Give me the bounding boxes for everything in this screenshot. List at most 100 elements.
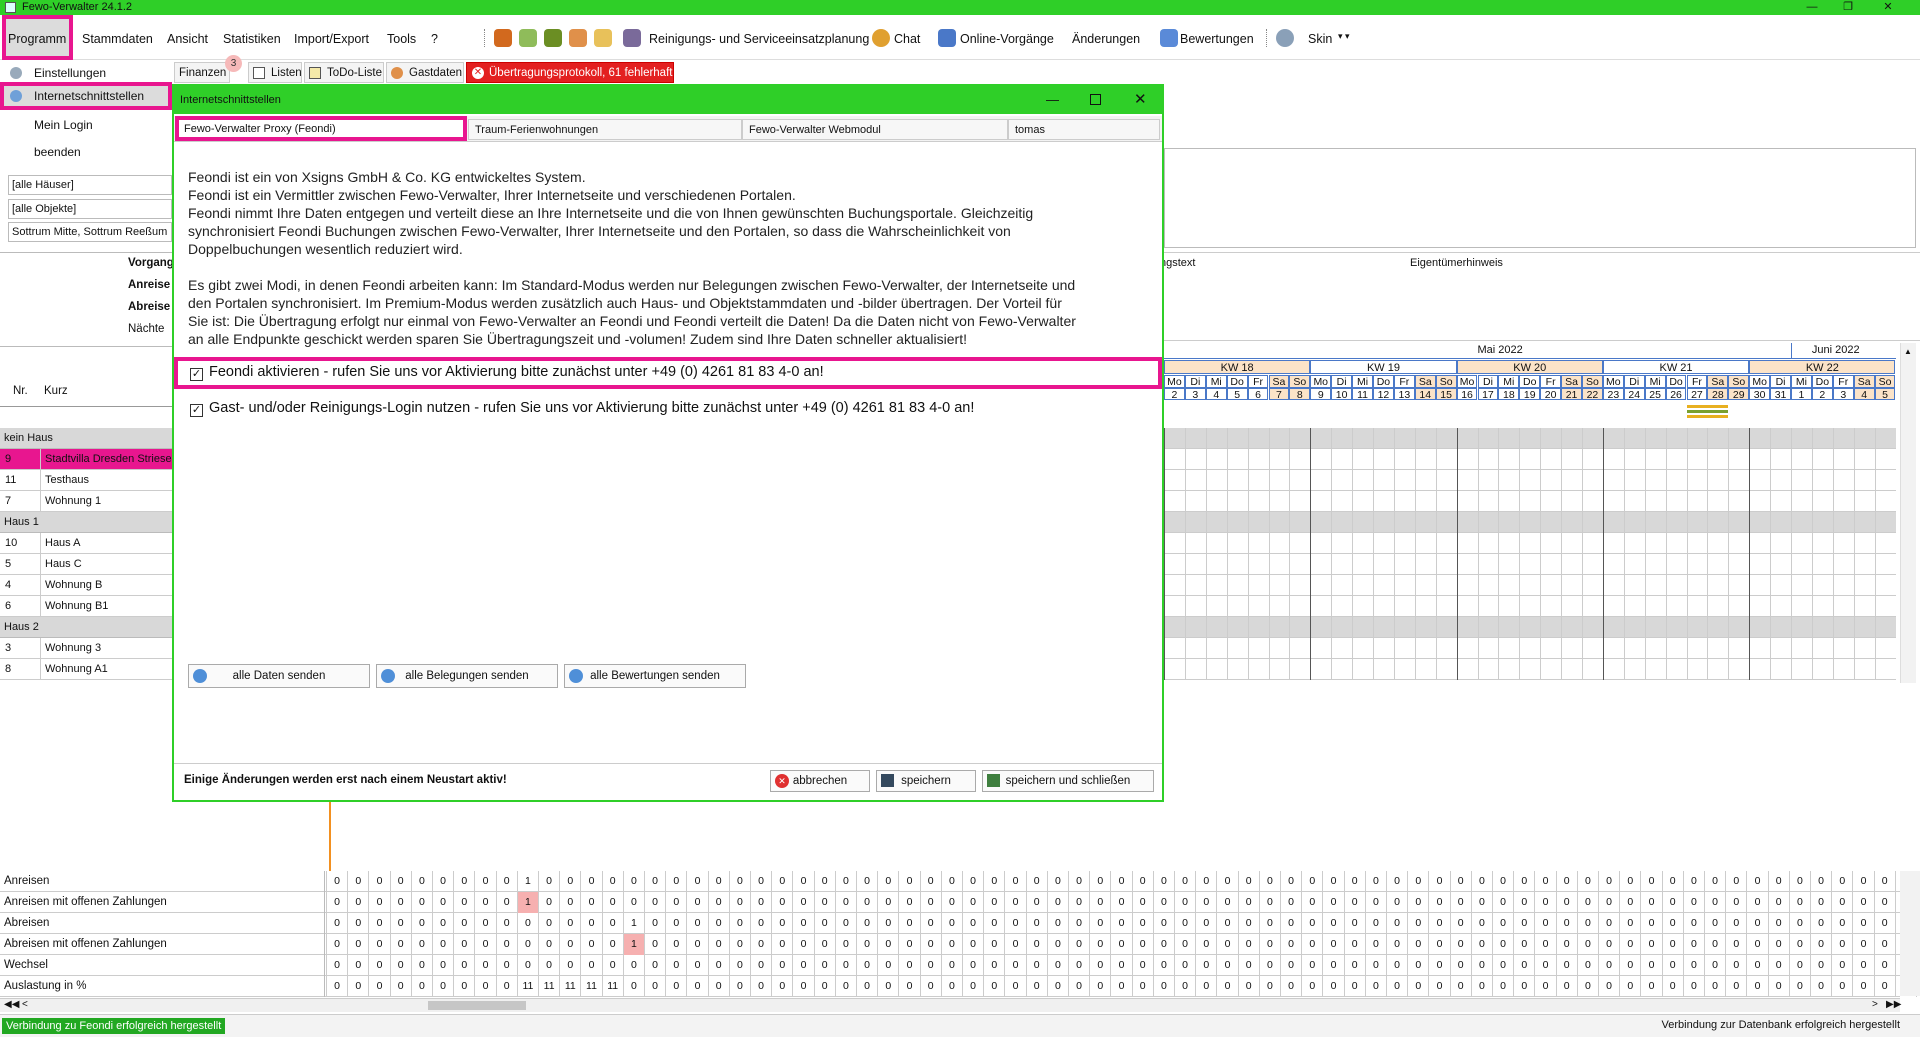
calendar-cell[interactable] xyxy=(1540,491,1542,512)
calendar-cell[interactable] xyxy=(1373,554,1374,575)
menu-statistiken[interactable]: Statistiken xyxy=(217,15,287,60)
calendar-cell[interactable] xyxy=(1832,428,1834,449)
calendar-cell[interactable] xyxy=(1686,617,1688,638)
calendar-cell[interactable] xyxy=(1728,575,1730,596)
calendar-cell[interactable] xyxy=(1644,449,1646,470)
calendar-cell[interactable] xyxy=(1519,617,1521,638)
calendar-cell[interactable] xyxy=(1707,659,1709,680)
calendar-cell[interactable] xyxy=(1331,470,1333,491)
calendar-cell[interactable] xyxy=(1184,554,1186,575)
calendar-cell[interactable] xyxy=(1582,596,1583,617)
calendar-cell[interactable] xyxy=(1749,428,1751,449)
clipboard-icon[interactable] xyxy=(594,29,612,47)
menu-help[interactable]: ? xyxy=(425,15,444,60)
skin-dropdown-icon[interactable]: ▾ ▾ xyxy=(1338,31,1350,42)
calendar-cell[interactable] xyxy=(1205,596,1207,617)
calendar-cell[interactable] xyxy=(1352,428,1354,449)
calendar-cell[interactable] xyxy=(1540,449,1542,470)
cleaning-icon[interactable] xyxy=(623,29,641,47)
calendar-cell[interactable] xyxy=(1184,638,1186,659)
calendar-cell[interactable] xyxy=(1435,491,1437,512)
calendar-cell[interactable] xyxy=(1770,596,1772,617)
calendar-cell[interactable] xyxy=(1310,596,1312,617)
calendar-cell[interactable] xyxy=(1393,512,1395,533)
calendar-cell[interactable] xyxy=(1749,533,1751,554)
calendar-cell[interactable] xyxy=(1540,575,1542,596)
calendar-cell[interactable] xyxy=(1644,638,1646,659)
calendar-cell[interactable] xyxy=(1268,596,1270,617)
calendar-cell[interactable] xyxy=(1352,491,1354,512)
calendar-cell[interactable] xyxy=(1331,533,1333,554)
calendar-cell[interactable] xyxy=(1707,449,1709,470)
calendar-cell[interactable] xyxy=(1770,533,1772,554)
calendar-cell[interactable] xyxy=(1623,533,1625,554)
checkbox-feondi-aktivieren[interactable]: ✓ Feondi aktivieren - rufen Sie uns vor A… xyxy=(190,364,824,381)
calendar-cell[interactable] xyxy=(1164,596,1165,617)
calendar-cell[interactable] xyxy=(1247,428,1249,449)
calendar-cell[interactable] xyxy=(1164,638,1165,659)
calendar-cell[interactable] xyxy=(1791,659,1792,680)
menu-tools[interactable]: Tools xyxy=(381,15,422,60)
calendar-cell[interactable] xyxy=(1561,512,1563,533)
calendar-cell[interactable] xyxy=(1205,428,1207,449)
calendar-cell[interactable] xyxy=(1832,575,1834,596)
notes-area[interactable] xyxy=(1164,148,1916,248)
calendar-cell[interactable] xyxy=(1498,449,1500,470)
table-row[interactable]: 11 Testhaus xyxy=(0,470,172,491)
menu-skin[interactable]: Skin xyxy=(1302,15,1338,60)
calendar-cell[interactable] xyxy=(1770,449,1772,470)
minimize-icon[interactable]: — xyxy=(1802,0,1822,15)
calendar-cell[interactable] xyxy=(1832,470,1834,491)
calendar-cell[interactable] xyxy=(1393,449,1395,470)
user-icon[interactable] xyxy=(544,29,562,47)
calendar-cell[interactable] xyxy=(1728,659,1730,680)
calendar-cell[interactable] xyxy=(1393,638,1395,659)
calendar-cell[interactable] xyxy=(1498,659,1500,680)
calendar-cell[interactable] xyxy=(1665,617,1667,638)
calendar-cell[interactable] xyxy=(1519,428,1521,449)
calendar-cell[interactable] xyxy=(1791,449,1792,470)
calendar-cell[interactable] xyxy=(1498,533,1500,554)
calendar-cell[interactable] xyxy=(1393,659,1395,680)
calendar-cell[interactable] xyxy=(1811,575,1813,596)
calendar-cell[interactable] xyxy=(1352,554,1354,575)
calendar-cell[interactable] xyxy=(1414,659,1416,680)
calendar-cell[interactable] xyxy=(1373,659,1374,680)
calendar-cell[interactable] xyxy=(1561,638,1563,659)
calendar-cell[interactable] xyxy=(1184,470,1186,491)
calendar-cell[interactable] xyxy=(1498,596,1500,617)
calendar-cell[interactable] xyxy=(1582,575,1583,596)
calendar-cell[interactable] xyxy=(1561,554,1563,575)
scroll-last-icon[interactable]: ▶▶ xyxy=(1886,999,1901,1010)
table-row[interactable]: 9 Stadtvilla Dresden Striesen xyxy=(0,449,172,470)
checkbox-checked-icon[interactable]: ✓ xyxy=(190,368,203,381)
calendar-cell[interactable] xyxy=(1602,617,1604,638)
calendar-cell[interactable] xyxy=(1352,596,1354,617)
calendar-cell[interactable] xyxy=(1791,533,1792,554)
menu-item-internetschnittstellen[interactable]: Internetschnittstellen xyxy=(0,82,172,110)
table-row[interactable]: 3 Wohnung 3 xyxy=(0,638,172,659)
tab-traum-ferienwohnungen[interactable]: Traum-Ferienwohnungen xyxy=(468,119,742,140)
tab-listen[interactable]: Listen xyxy=(248,62,302,83)
calendar-cell[interactable] xyxy=(1644,575,1646,596)
calendar-cell[interactable] xyxy=(1582,512,1583,533)
calendar-cell[interactable] xyxy=(1268,659,1270,680)
calendar-cell[interactable] xyxy=(1477,617,1479,638)
calendar-cell[interactable] xyxy=(1352,659,1354,680)
calendar-cell[interactable] xyxy=(1477,470,1479,491)
menu-ansicht[interactable]: Ansicht xyxy=(161,15,214,60)
calendar-cell[interactable] xyxy=(1602,512,1604,533)
calendar-cell[interactable] xyxy=(1498,512,1500,533)
calendar-cell[interactable] xyxy=(1393,617,1395,638)
calendar-cell[interactable] xyxy=(1373,449,1374,470)
calendar-cell[interactable] xyxy=(1435,470,1437,491)
calendar-cell[interactable] xyxy=(1644,491,1646,512)
calendar-cell[interactable] xyxy=(1853,470,1855,491)
save-button[interactable]: speichern xyxy=(876,770,976,792)
calendar-cell[interactable] xyxy=(1331,512,1333,533)
calendar-cell[interactable] xyxy=(1874,449,1876,470)
calendar-cell[interactable] xyxy=(1811,659,1813,680)
calendar-cell[interactable] xyxy=(1393,554,1395,575)
calendar-cell[interactable] xyxy=(1602,491,1604,512)
calendar-cell[interactable] xyxy=(1164,428,1165,449)
